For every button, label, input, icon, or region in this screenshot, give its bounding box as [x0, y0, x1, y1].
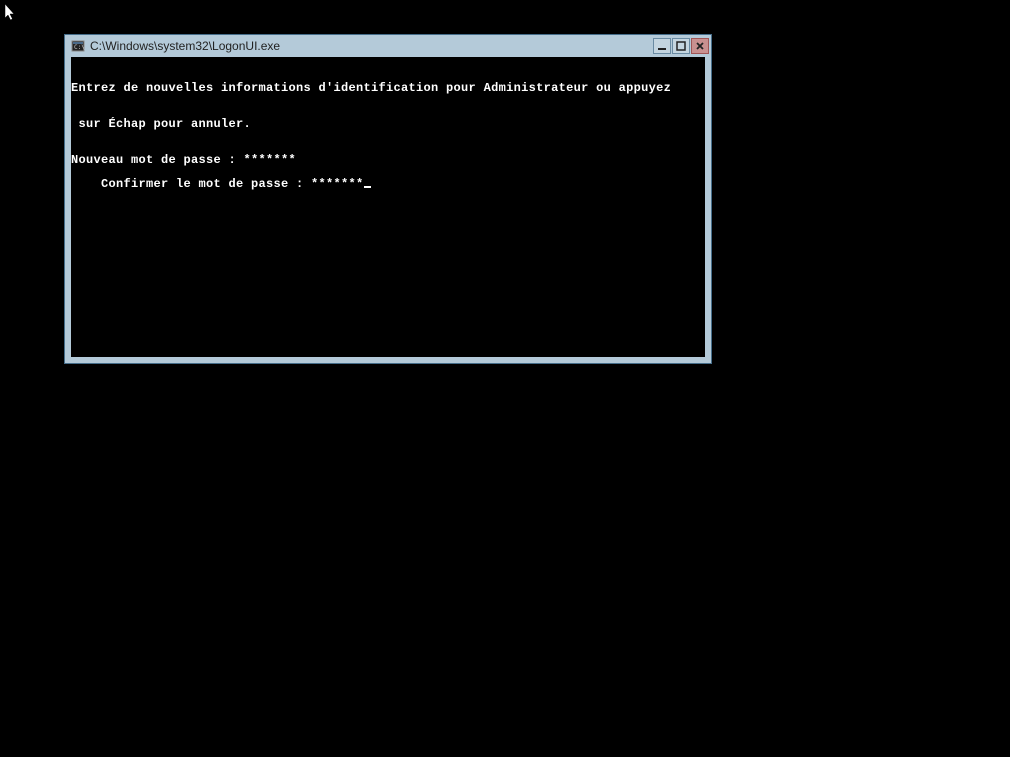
window-controls: [653, 38, 709, 54]
mouse-cursor-icon: [5, 4, 17, 22]
console-line: sur Échap pour annuler.: [71, 118, 705, 130]
console-output[interactable]: Entrez de nouvelles informations d'ident…: [71, 57, 705, 357]
console-window: C:\ C:\Windows\system32\LogonUI.exe Entr…: [64, 34, 712, 364]
console-line: Nouveau mot de passe : *******: [71, 154, 705, 166]
console-line: Confirmer le mot de passe : *******: [101, 177, 364, 191]
console-icon: C:\: [71, 39, 85, 53]
maximize-button[interactable]: [672, 38, 690, 54]
svg-text:C:\: C:\: [74, 44, 85, 51]
close-button[interactable]: [691, 38, 709, 54]
minimize-button[interactable]: [653, 38, 671, 54]
window-title: C:\Windows\system32\LogonUI.exe: [90, 39, 653, 53]
titlebar[interactable]: C:\ C:\Windows\system32\LogonUI.exe: [65, 35, 711, 57]
text-cursor: [364, 186, 371, 188]
console-line: Entrez de nouvelles informations d'ident…: [71, 82, 705, 94]
